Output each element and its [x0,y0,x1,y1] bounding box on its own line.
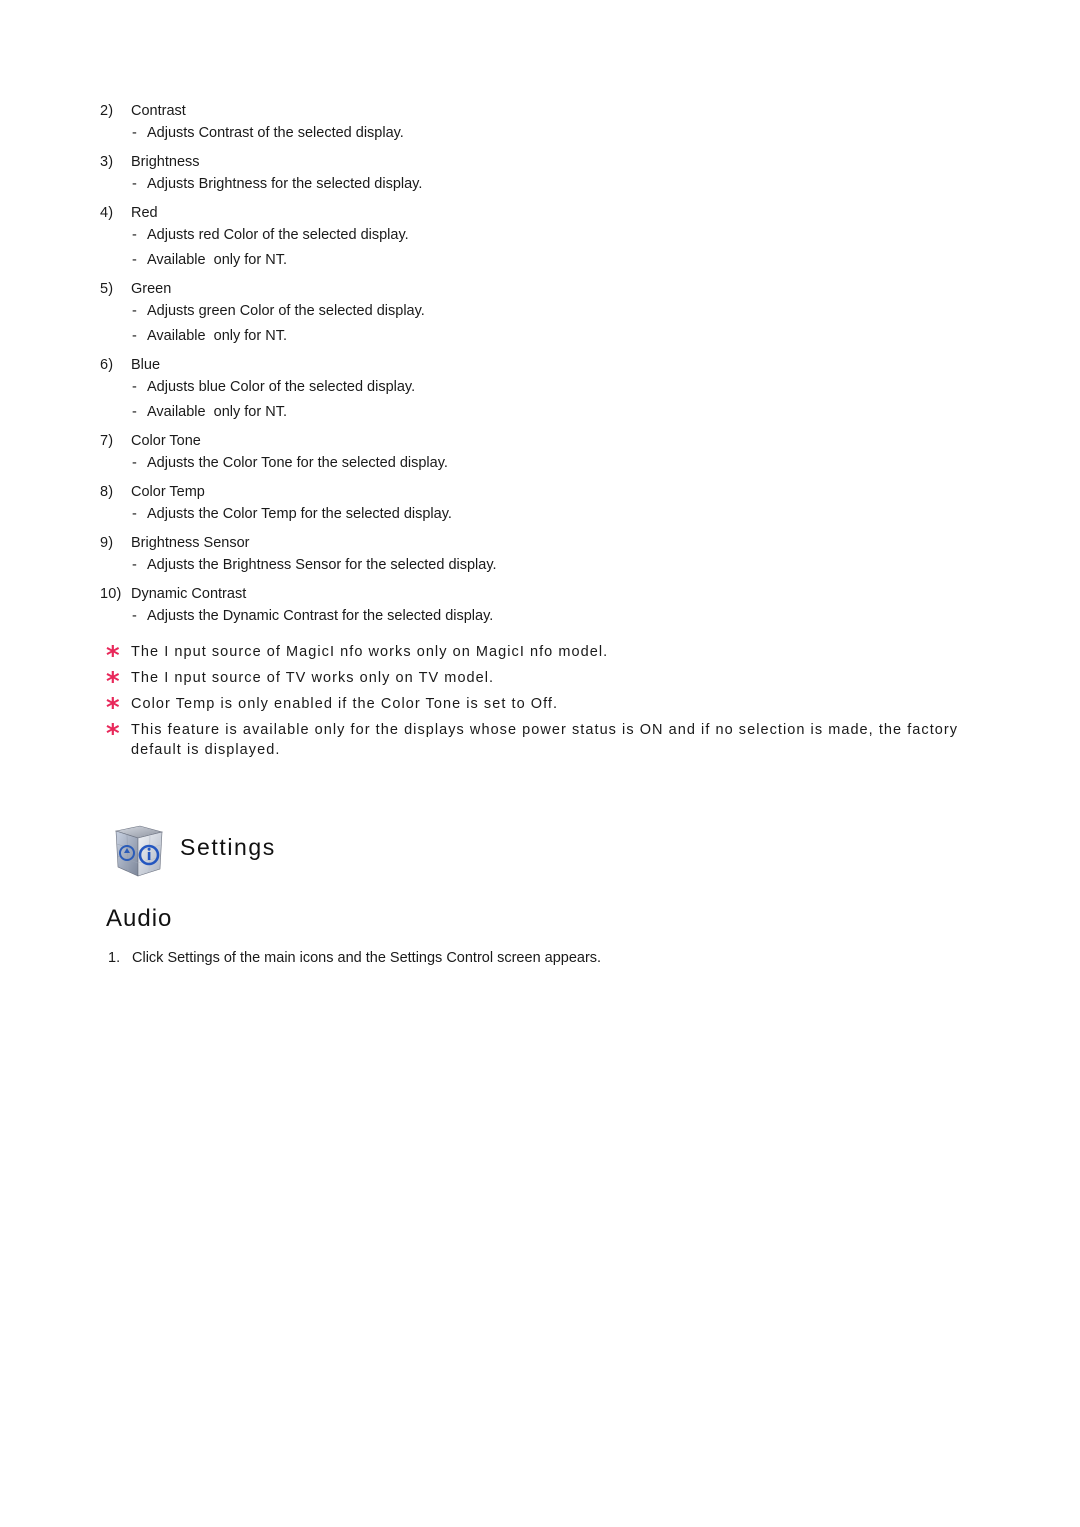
description-text: Adjusts Brightness for the selected disp… [147,176,423,192]
item-availability: - Available only for NT. [100,400,980,425]
notes-list: * The I nput source of MagicI nfo works … [106,642,976,765]
item-number: 5) [100,281,114,297]
note-text: This feature is available only for the d… [131,722,959,758]
item-description: - Adjusts Contrast of the selected displa… [100,121,980,146]
asterisk-icon: * [106,641,120,671]
description-text: Available only for NT. [147,328,287,344]
section-header: Settings [110,823,276,879]
description-text: Adjusts blue Color of the selected displ… [147,379,416,395]
note-text: The I nput source of TV works only on TV… [131,670,495,686]
step-number: 1. [108,950,121,966]
item-description: - Adjusts red Color of the selected displ… [100,223,980,248]
note-item: * This feature is available only for the… [106,720,976,760]
item-title: Color Temp [131,484,205,500]
dash-bullet: - [132,404,137,420]
item-number: 2) [100,103,114,119]
item-title: Green [131,281,172,297]
list-item: 7) Color Tone - Adjusts the Color Tone fo… [100,432,980,476]
step-item: 1. Click Settings of the main icons and … [108,949,601,968]
asterisk-icon: * [106,667,120,697]
dash-bullet: - [132,506,137,522]
description-text: Available only for NT. [147,404,287,420]
settings-cube-icon [110,823,166,879]
item-number: 6) [100,357,114,373]
step-text: Click Settings of the main icons and the… [132,950,602,966]
list-item: 9) Brightness Sensor - Adjusts the Bright… [100,534,980,578]
item-title: Brightness [131,154,200,170]
note-item: * The I nput source of MagicI nfo works … [106,641,976,671]
settings-item-list: 2) Contrast - Adjusts Contrast of the sel… [100,102,980,636]
dash-bullet: - [132,176,137,192]
description-text: Adjusts the Dynamic Contrast for the sel… [147,608,494,624]
item-description: - Adjusts the Color Temp for the selected… [100,502,980,527]
item-number: 3) [100,154,114,170]
item-title: Blue [131,357,161,373]
item-number: 8) [100,484,114,500]
dash-bullet: - [132,252,137,268]
dash-bullet: - [132,303,137,319]
item-number: 4) [100,205,114,221]
item-title: Dynamic Contrast [131,586,247,602]
dash-bullet: - [132,557,137,573]
item-title: Red [131,205,158,221]
item-description: - Adjusts green Color of the selected dis… [100,299,980,324]
item-title: Contrast [131,103,186,119]
dash-bullet: - [132,227,137,243]
item-title: Color Tone [131,433,201,449]
note-item: * The I nput source of TV works only on … [106,667,976,697]
dash-bullet: - [132,328,137,344]
section-title: Settings [180,833,276,860]
item-number: 9) [100,535,114,551]
manual-page: 2) Contrast - Adjusts Contrast of the sel… [0,0,1080,1527]
note-text: Color Temp is only enabled if the Color … [131,696,559,712]
list-item: 6) Blue - Adjusts blue Color of the selec… [100,356,980,425]
description-text: Adjusts Contrast of the selected display… [147,125,404,141]
note-text: The I nput source of MagicI nfo works on… [131,644,609,660]
asterisk-icon: * [106,693,120,723]
description-text: Adjusts the Color Temp for the selected … [147,506,452,522]
asterisk-icon: * [106,719,120,749]
description-text: Available only for NT. [147,252,287,268]
item-description: - Adjusts the Brightness Sensor for the s… [100,553,980,578]
dash-bullet: - [132,125,137,141]
item-availability: - Available only for NT. [100,324,980,349]
list-item: 10) Dynamic Contrast - Adjusts the Dynami… [100,585,980,629]
list-item: 3) Brightness - Adjusts Brightness for th… [100,153,980,197]
item-description: - Adjusts the Color Tone for the selected… [100,451,980,476]
list-item: 5) Green - Adjusts green Color of the sel… [100,280,980,349]
item-number: 7) [100,433,114,449]
item-title: Brightness Sensor [131,535,250,551]
description-text: Adjusts red Color of the selected displa… [147,227,409,243]
list-item: 2) Contrast - Adjusts Contrast of the sel… [100,102,980,146]
list-item: 4) Red - Adjusts red Color of the selecte… [100,204,980,273]
note-item: * Color Temp is only enabled if the Colo… [106,693,976,723]
description-text: Adjusts green Color of the selected disp… [147,303,425,319]
dash-bullet: - [132,379,137,395]
subsection-heading: Audio [106,905,173,932]
item-number: 10) [100,586,122,602]
item-description: - Adjusts Brightness for the selected dis… [100,172,980,197]
list-item: 8) Color Temp - Adjusts the Color Temp fo… [100,483,980,527]
description-text: Adjusts the Color Tone for the selected … [147,455,448,471]
item-availability: - Available only for NT. [100,248,980,273]
description-text: Adjusts the Brightness Sensor for the se… [147,557,497,573]
item-description: - Adjusts blue Color of the selected disp… [100,375,980,400]
item-description: - Adjusts the Dynamic Contrast for the se… [100,604,980,629]
dash-bullet: - [132,455,137,471]
dash-bullet: - [132,608,137,624]
